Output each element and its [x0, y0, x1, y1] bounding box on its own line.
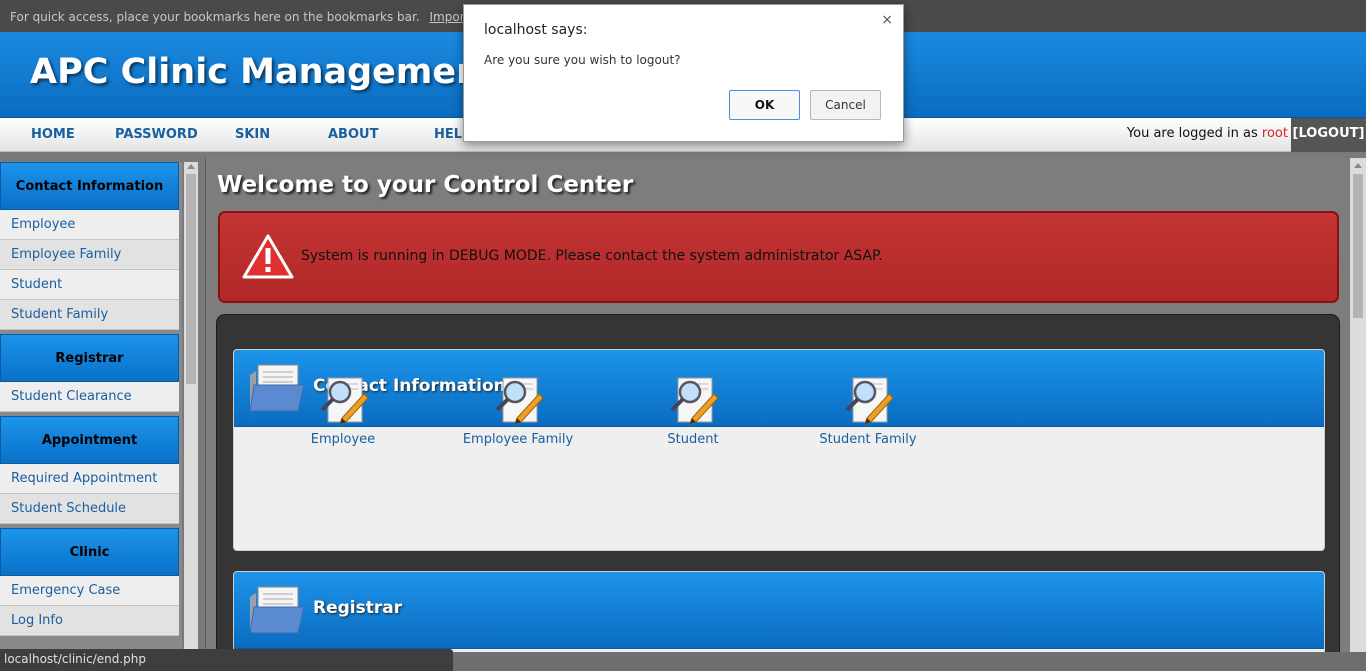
warning-icon [242, 234, 294, 279]
tile-employee[interactable]: Employee [273, 376, 413, 447]
dialog-title: localhost says: [484, 22, 588, 38]
logout-button[interactable]: [LOGOUT] [1291, 118, 1366, 152]
sidebar-group-appointment: Appointment [0, 416, 179, 464]
sidebar-item-employee[interactable]: Employee [0, 210, 179, 240]
nav-skin[interactable]: SKIN [235, 127, 270, 142]
sidebar-item-student[interactable]: Student [0, 270, 179, 300]
tile-label[interactable]: Student [623, 432, 763, 447]
search-edit-icon [495, 377, 544, 425]
folder-icon [249, 586, 305, 634]
alert-message: System is running in DEBUG MODE. Please … [301, 248, 883, 264]
sidebar-group-registrar: Registrar [0, 334, 179, 382]
sidebar-group-contact-information: Contact Information [0, 162, 179, 210]
cancel-button[interactable]: Cancel [810, 90, 881, 120]
sidebar: Contact Information Employee Employee Fa… [0, 162, 182, 652]
nav-home[interactable]: HOME [31, 127, 75, 142]
sidebar-item-emergency-case[interactable]: Emergency Case [0, 576, 179, 606]
tile-label[interactable]: Employee Family [448, 432, 588, 447]
ok-button[interactable]: OK [729, 90, 800, 120]
main-content: Welcome to your Control Center System is… [205, 158, 1350, 652]
sidebar-group-clinic: Clinic [0, 528, 179, 576]
sidebar-item-log-info[interactable]: Log Info [0, 606, 179, 636]
scroll-up-icon[interactable] [187, 164, 195, 169]
sidebar-item-employee-family[interactable]: Employee Family [0, 240, 179, 270]
section-header: Registrar [234, 572, 1324, 649]
page-title: Welcome to your Control Center [217, 172, 634, 198]
debug-alert: System is running in DEBUG MODE. Please … [218, 211, 1339, 303]
sidebar-item-student-clearance[interactable]: Student Clearance [0, 382, 179, 412]
dialog-message: Are you sure you wish to logout? [484, 53, 681, 67]
modules-panel: Contact Information Employee Employee Fa… [216, 314, 1340, 652]
nav-about[interactable]: ABOUT [328, 127, 378, 142]
login-prefix: You are logged in as [1126, 126, 1258, 141]
sidebar-item-student-schedule[interactable]: Student Schedule [0, 494, 179, 524]
sidebar-item-student-family[interactable]: Student Family [0, 300, 179, 330]
tile-employee-family[interactable]: Employee Family [448, 376, 588, 447]
login-info: You are logged in as root [1127, 126, 1288, 141]
logout-confirm-dialog: localhost says: × Are you sure you wish … [463, 4, 904, 142]
search-edit-icon [670, 377, 719, 425]
tile-student[interactable]: Student [623, 376, 763, 447]
tile-student-family[interactable]: Student Family [798, 376, 938, 447]
scroll-up-icon[interactable] [1354, 163, 1362, 168]
search-edit-icon [845, 377, 894, 425]
search-edit-icon [320, 377, 369, 425]
section-contact-information: Contact Information Employee Employee Fa… [233, 349, 1325, 551]
bookmarks-hint: For quick access, place your bookmarks h… [10, 10, 420, 24]
tile-label[interactable]: Student Family [798, 432, 938, 447]
close-icon[interactable]: × [881, 12, 893, 28]
nav-password[interactable]: PASSWORD [115, 127, 198, 142]
main-scroll-thumb[interactable] [1353, 174, 1363, 318]
status-bar-url: localhost/clinic/end.php [0, 649, 453, 671]
tile-label[interactable]: Employee [273, 432, 413, 447]
sidebar-item-required-appointment[interactable]: Required Appointment [0, 464, 179, 494]
username: root [1261, 126, 1288, 141]
main-scrollbar[interactable] [1350, 158, 1366, 652]
sidebar-scroll-thumb[interactable] [186, 174, 196, 384]
section-registrar: Registrar [233, 571, 1325, 652]
section-title: Registrar [313, 598, 403, 618]
sidebar-scrollbar[interactable] [184, 162, 198, 652]
